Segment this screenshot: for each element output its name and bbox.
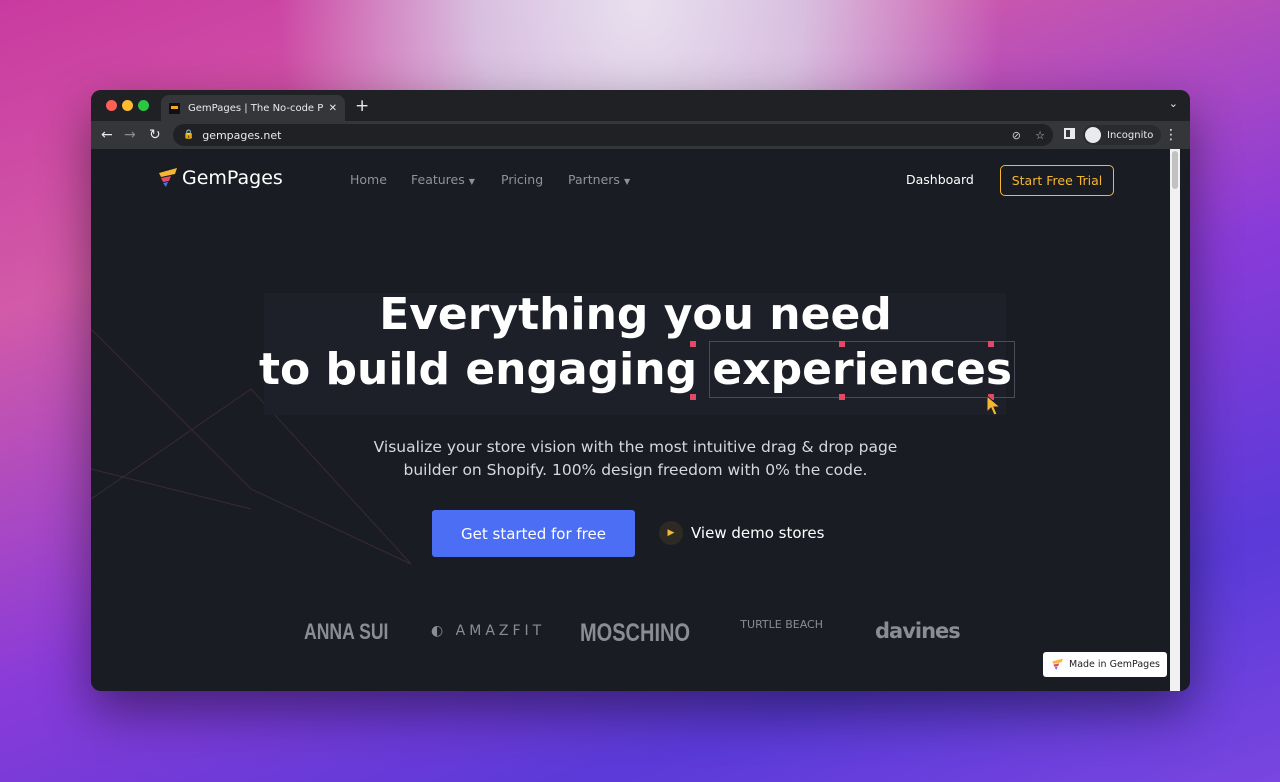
brand-logo-anna-sui: ANNA SUI xyxy=(304,619,389,644)
forward-icon[interactable]: → xyxy=(124,127,136,143)
hero-line-2: to build engaging experiences xyxy=(91,341,1180,398)
nav-features[interactable]: Features ▼ xyxy=(411,172,475,187)
caret-down-icon: ▼ xyxy=(623,177,631,186)
site-header: GemPages Home Features ▼ Pricing Partner… xyxy=(91,149,1180,209)
back-icon[interactable]: ← xyxy=(101,127,113,143)
gempages-logo[interactable]: GemPages xyxy=(157,167,283,189)
view-demo-link[interactable]: ▶ View demo stores xyxy=(659,521,824,545)
tab-list-chevron-icon[interactable]: ⌄ xyxy=(1169,97,1178,110)
nav-partners-label: Partners xyxy=(568,172,620,187)
tab-bar: GemPages | The No-code Page Builder ✕ + … xyxy=(91,90,1190,121)
url-text: gempages.net xyxy=(202,128,282,142)
selected-word[interactable]: experiences xyxy=(709,341,1016,398)
hero-heading[interactable]: Everything you need to build engaging ex… xyxy=(91,287,1180,398)
dashboard-link[interactable]: Dashboard xyxy=(906,172,974,187)
brand-logo-amazfit: ◐ AMAZFIT xyxy=(431,623,546,639)
resize-handle[interactable] xyxy=(988,341,994,347)
browser-window: GemPages | The No-code Page Builder ✕ + … xyxy=(91,90,1190,691)
play-icon: ▶ xyxy=(659,521,683,545)
caret-down-icon: ▼ xyxy=(468,177,475,186)
view-demo-label: View demo stores xyxy=(691,524,825,542)
hero-line-2a: to build engaging xyxy=(258,344,698,395)
amazfit-text: AMAZFIT xyxy=(455,623,546,639)
nav-partners[interactable]: Partners ▼ xyxy=(568,172,630,187)
lock-icon: 🔒 xyxy=(183,130,195,140)
profile-chip[interactable]: Incognito xyxy=(1083,125,1161,145)
start-free-trial-button[interactable]: Start Free Trial xyxy=(1000,165,1114,196)
new-tab-icon[interactable]: + xyxy=(355,96,369,116)
gempages-logo-icon xyxy=(1052,658,1063,670)
gempages-logo-icon xyxy=(159,168,177,187)
brand-name: GemPages xyxy=(182,167,283,189)
get-started-button[interactable]: Get started for free xyxy=(432,510,635,557)
address-bar[interactable]: 🔒 gempages.net ⊘ ☆ xyxy=(173,124,1053,146)
brand-logo-moschino: MOSCHINO xyxy=(580,619,690,647)
browser-tab[interactable]: GemPages | The No-code Page Builder ✕ xyxy=(161,95,345,121)
tracking-eye-off-icon[interactable]: ⊘ xyxy=(1012,129,1021,142)
profile-label: Incognito xyxy=(1107,129,1154,141)
nav-features-label: Features xyxy=(411,172,465,187)
side-panel-icon[interactable] xyxy=(1064,128,1075,139)
resize-handle[interactable] xyxy=(690,341,696,347)
badge-label: Made in GemPages xyxy=(1069,659,1161,670)
nav-pricing[interactable]: Pricing xyxy=(501,172,543,187)
resize-handle[interactable] xyxy=(839,394,845,400)
reload-icon[interactable]: ↻ xyxy=(149,127,161,143)
brand-logo-turtle-beach: TURTLE BEACH xyxy=(740,618,823,631)
resize-handle[interactable] xyxy=(839,341,845,347)
minimize-window-button[interactable] xyxy=(122,100,133,111)
subtitle-line-2: builder on Shopify. 100% design freedom … xyxy=(403,461,868,479)
brand-logo-davines: davines xyxy=(875,619,961,643)
scrollbar[interactable] xyxy=(1170,149,1180,691)
nav-home[interactable]: Home xyxy=(350,172,387,187)
made-in-gempages-badge[interactable]: Made in GemPages xyxy=(1043,652,1167,677)
subtitle-line-1: Visualize your store vision with the mos… xyxy=(373,438,898,456)
browser-toolbar: ← → ↻ 🔒 gempages.net ⊘ ☆ Incognito ⋮ xyxy=(91,121,1190,149)
bookmark-star-icon[interactable]: ☆ xyxy=(1035,129,1045,142)
mouse-cursor-icon xyxy=(986,395,1002,416)
web-page: GemPages Home Features ▼ Pricing Partner… xyxy=(91,149,1190,691)
resize-handle[interactable] xyxy=(690,394,696,400)
menu-kebab-icon[interactable]: ⋮ xyxy=(1164,127,1178,143)
incognito-icon xyxy=(1085,127,1101,143)
close-window-button[interactable] xyxy=(106,100,117,111)
maximize-window-button[interactable] xyxy=(138,100,149,111)
tab-title: GemPages | The No-code Page Builder xyxy=(188,102,323,114)
hero-line-1: Everything you need xyxy=(379,289,892,340)
hero-subtitle: Visualize your store vision with the mos… xyxy=(91,436,1180,482)
gempages-favicon-icon xyxy=(169,102,180,114)
close-tab-icon[interactable]: ✕ xyxy=(329,103,337,114)
